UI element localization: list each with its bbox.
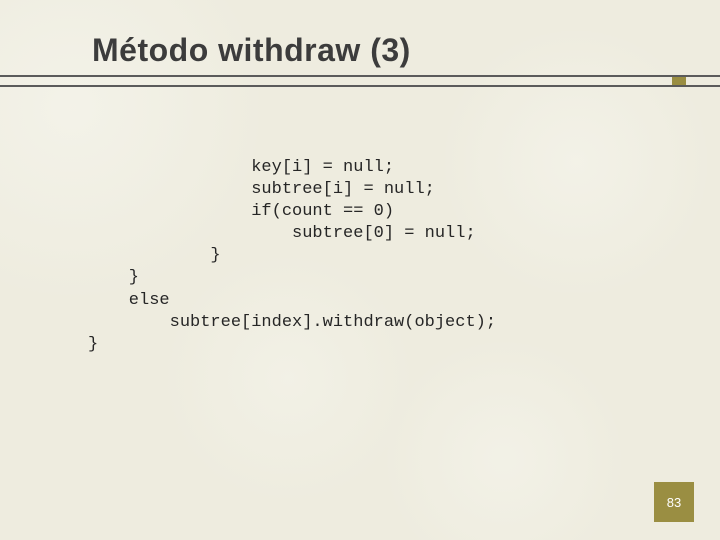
page-number: 83 xyxy=(667,495,681,510)
title-section: Método withdraw (3) xyxy=(0,32,720,87)
slide-title: Método withdraw (3) xyxy=(92,32,720,69)
page-number-box: 83 xyxy=(654,482,694,522)
code-block: key[i] = null; subtree[i] = null; if(cou… xyxy=(88,157,496,356)
title-rule xyxy=(0,75,720,87)
rule-accent-square xyxy=(672,77,686,85)
